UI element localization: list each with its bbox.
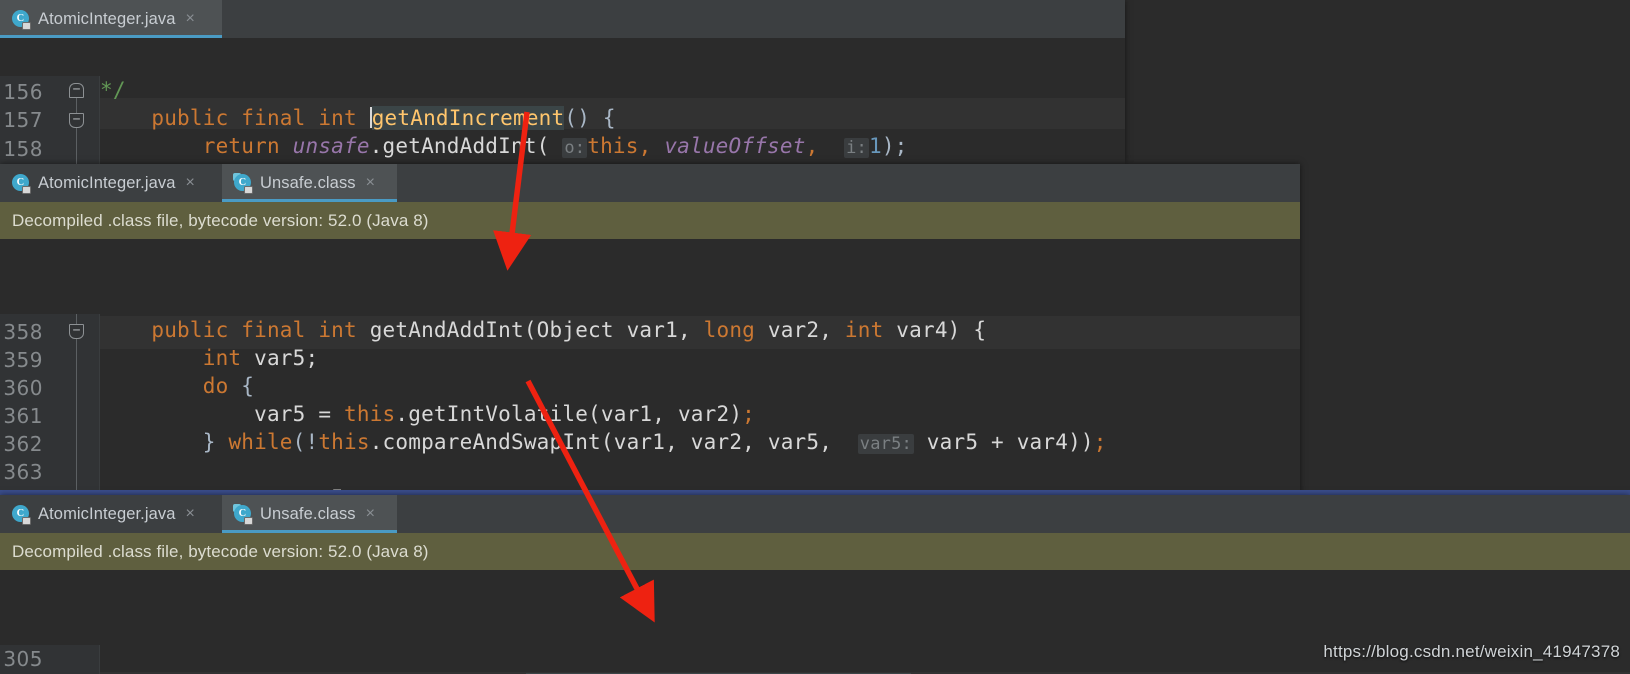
code-line-156: */ bbox=[100, 78, 126, 102]
code-token: ; bbox=[742, 402, 756, 426]
keyword-public: public bbox=[151, 106, 229, 130]
keyword-while: while bbox=[228, 430, 293, 454]
keyword-this: this bbox=[587, 134, 639, 158]
fold-marker-collapse[interactable]: − bbox=[69, 324, 84, 339]
line-number: 359 bbox=[3, 348, 43, 372]
tab-unsafe-class[interactable]: C Unsafe.class × bbox=[222, 164, 397, 202]
comment-token: */ bbox=[100, 78, 126, 102]
tab-label: Unsafe.class bbox=[260, 173, 356, 192]
code-token: ; bbox=[1093, 430, 1107, 454]
watermark-url: https://blog.csdn.net/weixin_41947378 bbox=[1323, 642, 1620, 661]
code-line-359: int var5; bbox=[100, 346, 318, 370]
java-compiled-class-icon: C bbox=[233, 503, 253, 525]
keyword-this: this bbox=[318, 430, 370, 454]
code-token: } bbox=[202, 430, 229, 454]
method-name-getandaddint: getAndAddInt(Object var1, bbox=[369, 318, 691, 342]
tab-unsafe-class[interactable]: C Unsafe.class × bbox=[222, 495, 397, 533]
java-class-icon: C bbox=[12, 9, 31, 30]
keyword-int: int bbox=[202, 346, 242, 370]
method-name-getandincrement: getAndIncrement bbox=[371, 106, 565, 130]
line-number: 363 bbox=[3, 460, 43, 484]
method-call-compareandswapint: .compareAndSwapInt(var1, var2, var5, bbox=[369, 430, 833, 454]
tab-atomicinteger-java[interactable]: C AtomicInteger.java × bbox=[0, 164, 222, 202]
line-number: 157 bbox=[3, 108, 43, 132]
keyword-long: long bbox=[703, 318, 756, 342]
code-line-360: do { bbox=[100, 374, 254, 398]
code-token: var5 + var4)) bbox=[926, 430, 1094, 454]
tab-label: AtomicInteger.java bbox=[38, 173, 176, 192]
notice-text: Decompiled .class file, bytecode version… bbox=[12, 210, 429, 230]
code-token: , bbox=[805, 134, 819, 158]
line-number: 158 bbox=[3, 137, 43, 161]
keyword-final: final bbox=[241, 106, 306, 130]
gutter-bottom[interactable]: 305 306 307 bbox=[0, 645, 100, 674]
code-token: var5 = bbox=[254, 402, 345, 426]
code-token: () { bbox=[564, 106, 616, 130]
keyword-public: public bbox=[151, 318, 229, 342]
local-var5: var5; bbox=[254, 346, 319, 370]
tab-label: Unsafe.class bbox=[260, 504, 356, 523]
keyword-return: return bbox=[202, 134, 280, 158]
decompiled-notice-banner: Decompiled .class file, bytecode version… bbox=[0, 202, 1300, 239]
param-var2: var2, bbox=[767, 318, 833, 342]
code-token: ); bbox=[881, 134, 908, 158]
tab-label: AtomicInteger.java bbox=[38, 504, 176, 523]
editor-panel-middle: C AtomicInteger.java × C Unsafe.class × … bbox=[0, 164, 1300, 569]
line-number: 358 bbox=[3, 320, 43, 344]
java-class-icon: C bbox=[12, 173, 31, 194]
line-number: 360 bbox=[3, 376, 43, 400]
method-call-getandaddint: .getAndAddInt( bbox=[369, 134, 550, 158]
decompiled-notice-banner: Decompiled .class file, bytecode version… bbox=[0, 533, 1630, 570]
close-icon[interactable]: × bbox=[186, 174, 195, 192]
code-token: , bbox=[638, 134, 652, 158]
close-icon[interactable]: × bbox=[186, 10, 195, 28]
close-icon[interactable]: × bbox=[186, 505, 195, 523]
keyword-int: int bbox=[844, 318, 884, 342]
code-line-157: public final int getAndIncrement() { bbox=[100, 106, 616, 130]
close-icon[interactable]: × bbox=[366, 174, 375, 192]
tab-label: AtomicInteger.java bbox=[38, 9, 176, 28]
keyword-final: final bbox=[241, 318, 306, 342]
fold-marker-collapse[interactable]: − bbox=[69, 83, 84, 98]
keyword-int: int bbox=[318, 318, 357, 342]
tabbar-top: C AtomicInteger.java × bbox=[0, 0, 1125, 38]
editor-panel-bottom: C AtomicInteger.java × C Unsafe.class × … bbox=[0, 495, 1630, 674]
code-line-158: return unsafe.getAndAddInt( o:this, valu… bbox=[100, 134, 908, 158]
param-hint-i: i: bbox=[844, 138, 869, 158]
param-var4: var4) { bbox=[896, 318, 987, 342]
method-call-getintvolatile: .getIntVolatile(var1, var2) bbox=[395, 402, 743, 426]
param-hint-o: o: bbox=[562, 138, 588, 158]
tab-atomicinteger-java[interactable]: C AtomicInteger.java × bbox=[0, 495, 222, 533]
keyword-do: do bbox=[202, 374, 229, 398]
keyword-int: int bbox=[318, 106, 357, 130]
java-compiled-class-icon: C bbox=[233, 172, 253, 194]
code-line-358: public final int getAndAddInt(Object var… bbox=[100, 318, 986, 342]
line-number: 362 bbox=[3, 432, 43, 456]
tab-atomicinteger-java[interactable]: C AtomicInteger.java × bbox=[0, 0, 222, 38]
field-unsafe: unsafe bbox=[292, 134, 370, 158]
line-number: 361 bbox=[3, 404, 43, 428]
tabbar-middle: C AtomicInteger.java × C Unsafe.class × bbox=[0, 164, 1300, 202]
fold-marker-collapse[interactable]: − bbox=[69, 113, 84, 128]
code-token: (! bbox=[292, 430, 319, 454]
notice-text: Decompiled .class file, bytecode version… bbox=[12, 541, 429, 561]
line-number: 156 bbox=[3, 80, 43, 104]
tabbar-bottom: C AtomicInteger.java × C Unsafe.class × bbox=[0, 495, 1630, 533]
code-token: { bbox=[241, 374, 255, 398]
param-hint-var5: var5: bbox=[857, 434, 914, 454]
field-valueoffset: valueOffset bbox=[664, 134, 806, 158]
java-class-icon: C bbox=[12, 504, 31, 525]
literal-one: 1 bbox=[869, 134, 882, 158]
editor-panel-top: C AtomicInteger.java × 156 157 158 159 1… bbox=[0, 0, 1125, 200]
ide-screenshot: C AtomicInteger.java × 156 157 158 159 1… bbox=[0, 0, 1630, 674]
code-line-361: var5 = this.getIntVolatile(var1, var2); bbox=[100, 402, 755, 426]
keyword-this: this bbox=[344, 402, 396, 426]
code-line-362: } while(!this.compareAndSwapInt(var1, va… bbox=[100, 430, 1107, 454]
line-number: 305 bbox=[3, 647, 43, 671]
close-icon[interactable]: × bbox=[366, 505, 375, 523]
